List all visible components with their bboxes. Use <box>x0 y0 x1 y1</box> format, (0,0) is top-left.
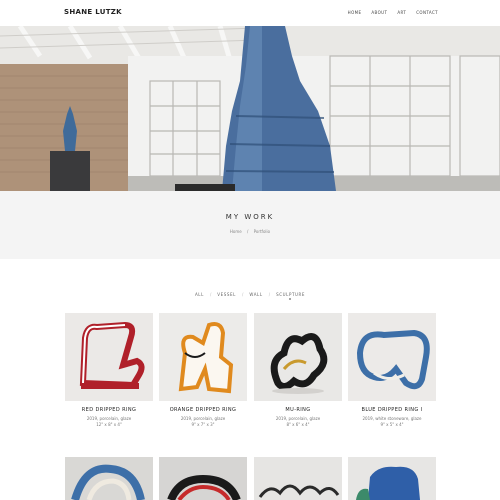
page-title: MY WORK <box>225 213 275 221</box>
portfolio-card-row2-1[interactable] <box>65 457 153 500</box>
breadcrumb-home[interactable]: Home <box>230 229 242 234</box>
portfolio-card-mu-ring[interactable]: MU-RING 2019, porcelain, glaze 8" x 6" x… <box>254 313 342 428</box>
portfolio-card-row2-3[interactable] <box>254 457 342 500</box>
main-nav: HOME ABOUT ART CONTACT <box>348 10 438 15</box>
mu-ring-image <box>254 313 342 401</box>
filter-separator: / <box>268 292 271 297</box>
studio-photo <box>0 26 500 191</box>
portfolio-card-red-dripped-ring[interactable]: RED DRIPPED RING 2019, porcelain, glaze … <box>65 313 153 428</box>
orange-ring-image <box>159 313 247 401</box>
hero-image <box>0 26 500 191</box>
breadcrumb: Home / Portfolio <box>0 229 500 234</box>
portfolio-card-row2-4[interactable] <box>348 457 436 500</box>
work-meta-dimensions: 12" x 8" x 4" <box>96 422 122 427</box>
top-bar: SHANE LUTZK HOME ABOUT ART CONTACT <box>0 0 500 26</box>
artwork-image <box>65 457 153 500</box>
work-title[interactable]: BLUE DRIPPED RING I <box>348 407 436 413</box>
artwork-image <box>254 457 342 500</box>
work-title[interactable]: RED DRIPPED RING <box>65 407 153 413</box>
work-meta-dimensions: 9" x 5" x 4" <box>380 422 404 427</box>
artwork-image <box>159 457 247 500</box>
work-meta-dimensions: 9" x 7" x 3" <box>191 422 215 427</box>
filter-wall[interactable]: WALL <box>249 292 262 297</box>
nav-art[interactable]: ART <box>397 10 406 15</box>
portfolio-filters: ALL / VESSEL / WALL / SCULPTURE <box>0 292 500 300</box>
breadcrumb-separator: / <box>246 229 249 234</box>
work-title[interactable]: MU-RING <box>254 407 342 413</box>
filter-all[interactable]: ALL <box>195 292 204 297</box>
work-meta-dimensions: 8" x 6" x 4" <box>286 422 310 427</box>
artwork-image <box>348 457 436 500</box>
red-ring-image <box>65 313 153 401</box>
breadcrumb-current: Portfolio <box>253 229 271 234</box>
nav-contact[interactable]: CONTACT <box>416 10 438 15</box>
portfolio-card-orange-dripped-ring[interactable]: ORANGE DRIPPED RING 2019, porcelain, gla… <box>159 313 247 428</box>
portfolio-card-blue-dripped-ring[interactable]: BLUE DRIPPED RING I 2019, white stonewar… <box>348 313 436 428</box>
filter-separator: / <box>209 292 212 297</box>
work-title[interactable]: ORANGE DRIPPED RING <box>159 407 247 413</box>
filter-vessel[interactable]: VESSEL <box>217 292 236 297</box>
nav-home[interactable]: HOME <box>348 10 362 15</box>
nav-about[interactable]: ABOUT <box>371 10 387 15</box>
filter-sculpture[interactable]: SCULPTURE <box>276 292 305 297</box>
portfolio-card-row2-2[interactable] <box>159 457 247 500</box>
page-title-band <box>0 191 500 259</box>
blue-ring-image <box>348 313 436 401</box>
site-logo[interactable]: SHANE LUTZK <box>64 8 122 16</box>
active-filter-indicator <box>289 298 291 300</box>
filter-separator: / <box>242 292 244 297</box>
